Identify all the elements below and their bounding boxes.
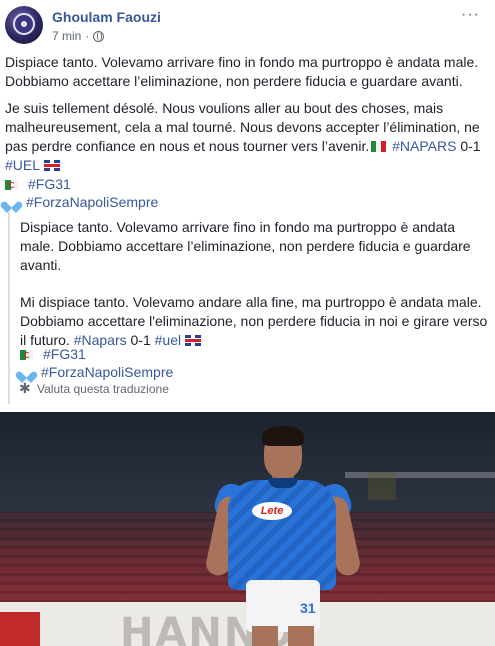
post-timestamp[interactable]: 7 min: [52, 29, 81, 43]
translation-text-2: Mi dispiace tanto. Volevamo andare alla …: [20, 293, 490, 350]
football-player: Lete 31: [0, 412, 495, 646]
forza-line: #ForzaNapoliSempre: [5, 193, 158, 212]
blue-heart-icon: [5, 197, 18, 209]
translation-fg31-line: #FG31: [20, 345, 86, 364]
post-text-italian: Dispiace tanto. Volevamo arrivare fino i…: [5, 54, 479, 89]
jersey-sponsor: Lete: [252, 502, 292, 520]
post-meta: 7 min ·: [52, 29, 105, 43]
hashtag-napars[interactable]: #NAPARS: [392, 138, 456, 154]
translation-hashtag-forza[interactable]: #ForzaNapoliSempre: [41, 363, 173, 382]
italy-flag-icon: [371, 141, 387, 152]
right-leg: [288, 626, 314, 646]
translation-forza-line: #ForzaNapoliSempre: [20, 363, 173, 382]
author-name[interactable]: Ghoulam Faouzi: [52, 9, 161, 25]
hashtag-uel[interactable]: #UEL: [5, 157, 40, 173]
post-text-french: Je suis tellement désolé. Nous voulions …: [5, 99, 490, 175]
fg31-line: #FG31: [5, 175, 71, 194]
avatar[interactable]: [5, 6, 43, 44]
rate-translation-link[interactable]: Valuta questa traduzione: [19, 380, 169, 397]
shorts-number: 31: [300, 600, 316, 616]
facebook-post: Ghoulam Faouzi 7 min · ··· Dispiace tant…: [0, 0, 495, 646]
club-crest-icon: [13, 13, 35, 35]
translation-text-1: Dispiace tanto. Volevamo arrivare fino i…: [20, 219, 471, 273]
post-photo[interactable]: HANNOI Lete 31: [0, 412, 495, 646]
gear-icon: [19, 380, 32, 397]
hair: [262, 426, 304, 446]
algeria-flag-icon: [5, 179, 18, 190]
hashtag-forza-napoli-sempre[interactable]: #ForzaNapoliSempre: [26, 193, 158, 212]
left-leg: [252, 626, 278, 646]
score-text: 0-1: [460, 138, 481, 154]
rate-translation-label: Valuta questa traduzione: [37, 382, 169, 396]
translation-score: 0-1: [130, 332, 151, 348]
translation-hashtag-uel[interactable]: #uel: [155, 332, 181, 348]
jersey: [228, 480, 336, 590]
algeria-flag-icon: [20, 349, 33, 360]
uk-flag-icon: [185, 335, 202, 346]
translation-hashtag-fg31[interactable]: #FG31: [43, 345, 86, 364]
meta-separator: ·: [85, 29, 90, 43]
globe-icon[interactable]: [93, 30, 105, 42]
more-options-icon[interactable]: ···: [461, 6, 480, 24]
uk-flag-icon: [44, 160, 61, 171]
hashtag-fg31[interactable]: #FG31: [28, 175, 71, 194]
see-translation-block: Dispiace tanto. Volevamo arrivare fino i…: [8, 212, 492, 404]
blue-heart-icon: [20, 367, 33, 379]
